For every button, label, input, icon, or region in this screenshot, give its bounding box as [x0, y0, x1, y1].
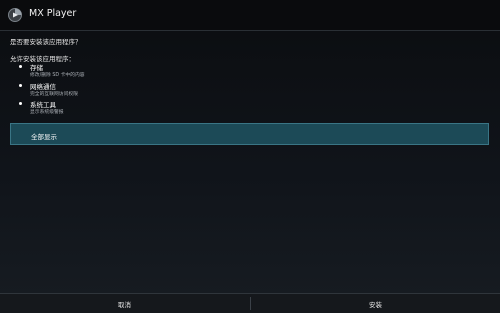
cancel-label: 取消: [118, 300, 131, 309]
bullet-icon: [19, 102, 22, 105]
mx-player-app-icon: [7, 7, 23, 23]
app-title: MX Player: [29, 8, 77, 19]
show-all-button[interactable]: 全部显示: [10, 123, 489, 145]
cancel-button[interactable]: 取消: [0, 294, 249, 313]
install-question: 是否要安装该应用程序？: [10, 38, 82, 46]
bullet-icon: [19, 84, 22, 87]
install-label: 安装: [369, 300, 382, 309]
show-all-label: 全部显示: [31, 133, 57, 141]
install-button[interactable]: 安装: [251, 294, 500, 313]
bullet-icon: [19, 65, 22, 68]
install-dialog-screen: MX Player 是否要安装该应用程序？ 允许安装该应用程序： 存储 修改/删…: [0, 0, 500, 313]
button-bar: 取消 安装: [0, 293, 500, 313]
permission-description: 显示系统级警报: [30, 110, 64, 115]
permission-description: 修改/删除 SD 卡中的内容: [30, 73, 85, 78]
title-bar: MX Player: [0, 0, 500, 31]
permission-description: 完全的互联网访问权限: [30, 92, 78, 97]
